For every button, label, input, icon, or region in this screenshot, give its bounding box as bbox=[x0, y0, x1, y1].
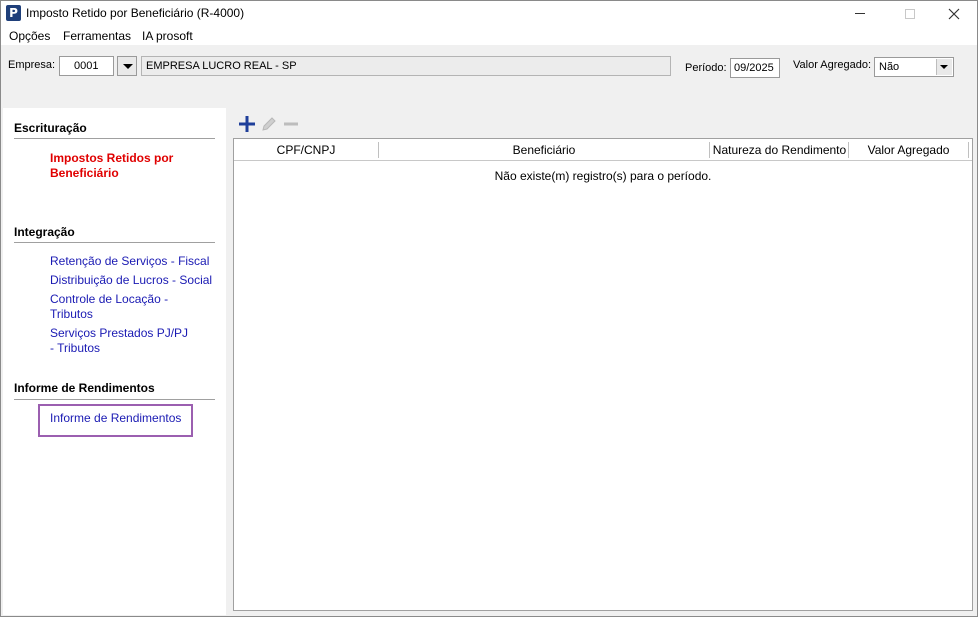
column-header-valor-agregado[interactable]: Valor Agregado bbox=[849, 139, 968, 161]
filter-bar: Empresa: 0001 EMPRESA LUCRO REAL - SP Pe… bbox=[1, 45, 977, 107]
minimize-button[interactable] bbox=[837, 1, 882, 26]
maximize-button[interactable] bbox=[887, 1, 932, 26]
section-title-escrituracao: Escrituração bbox=[14, 121, 87, 135]
empresa-label: Empresa: bbox=[8, 59, 56, 71]
close-button[interactable] bbox=[931, 1, 976, 26]
section-title-integracao: Integração bbox=[14, 225, 75, 239]
valor-agregado-label: Valor Agregado: bbox=[793, 59, 872, 71]
empty-grid-message: Não existe(m) registro(s) para o período… bbox=[494, 169, 712, 183]
empresa-name-field: EMPRESA LUCRO REAL - SP bbox=[141, 56, 671, 76]
minimize-icon bbox=[854, 13, 865, 14]
column-header-natureza[interactable]: Natureza do Rendimento bbox=[710, 139, 849, 161]
menu-ia-prosoft[interactable]: IA prosoft bbox=[142, 29, 193, 43]
close-icon bbox=[948, 8, 959, 19]
sidebar-item-informe-rendimentos[interactable]: Informe de Rendimentos bbox=[50, 411, 220, 426]
periodo-label: Período: bbox=[685, 62, 727, 74]
title-bar: P Imposto Retido por Beneficiário (R-400… bbox=[1, 1, 977, 26]
periodo-input[interactable]: 09/2025 bbox=[730, 58, 780, 78]
app-window: P Imposto Retido por Beneficiário (R-400… bbox=[0, 0, 978, 617]
valor-agregado-select[interactable]: Não bbox=[874, 57, 954, 77]
sidebar-item-impostos-retidos[interactable]: Impostos Retidos por Beneficiário bbox=[50, 151, 185, 181]
window-title: Imposto Retido por Beneficiário (R-4000) bbox=[26, 6, 245, 20]
menu-bar: Opções Ferramentas IA prosoft bbox=[1, 26, 977, 45]
section-title-informe: Informe de Rendimentos bbox=[14, 381, 155, 395]
chevron-down-icon bbox=[936, 59, 952, 75]
grid-header: CPF/CNPJ Beneficiário Natureza do Rendim… bbox=[234, 139, 972, 161]
column-header-beneficiario[interactable]: Beneficiário bbox=[379, 139, 709, 161]
divider bbox=[14, 138, 215, 139]
menu-ferramentas[interactable]: Ferramentas bbox=[63, 29, 131, 43]
sidebar-item-controle-locacao[interactable]: Controle de Locação - Tributos bbox=[50, 292, 180, 322]
valor-agregado-value: Não bbox=[879, 61, 900, 73]
main-content: CPF/CNPJ Beneficiário Natureza do Rendim… bbox=[226, 108, 977, 615]
column-separator bbox=[968, 142, 969, 158]
empresa-dropdown-button[interactable] bbox=[117, 56, 137, 76]
divider bbox=[14, 242, 215, 243]
empresa-code-field[interactable]: 0001 bbox=[59, 56, 114, 76]
maximize-icon bbox=[904, 8, 915, 19]
sidebar-item-distribuicao-lucros[interactable]: Distribuição de Lucros - Social bbox=[50, 273, 220, 288]
sidebar-item-servicos-prestados[interactable]: Serviços Prestados PJ/PJ - Tributos bbox=[50, 326, 190, 356]
records-grid[interactable]: CPF/CNPJ Beneficiário Natureza do Rendim… bbox=[233, 138, 973, 611]
sidebar-item-retencao-servicos[interactable]: Retenção de Serviços - Fiscal bbox=[50, 254, 220, 269]
remove-icon[interactable] bbox=[282, 115, 300, 137]
menu-opcoes[interactable]: Opções bbox=[9, 29, 50, 43]
sidebar: Escrituração Impostos Retidos por Benefi… bbox=[3, 108, 226, 615]
column-header-cpf-cnpj[interactable]: CPF/CNPJ bbox=[234, 139, 378, 161]
divider bbox=[14, 399, 215, 400]
edit-icon[interactable] bbox=[260, 115, 278, 137]
app-logo-icon: P bbox=[6, 5, 21, 21]
add-icon[interactable] bbox=[238, 115, 256, 137]
